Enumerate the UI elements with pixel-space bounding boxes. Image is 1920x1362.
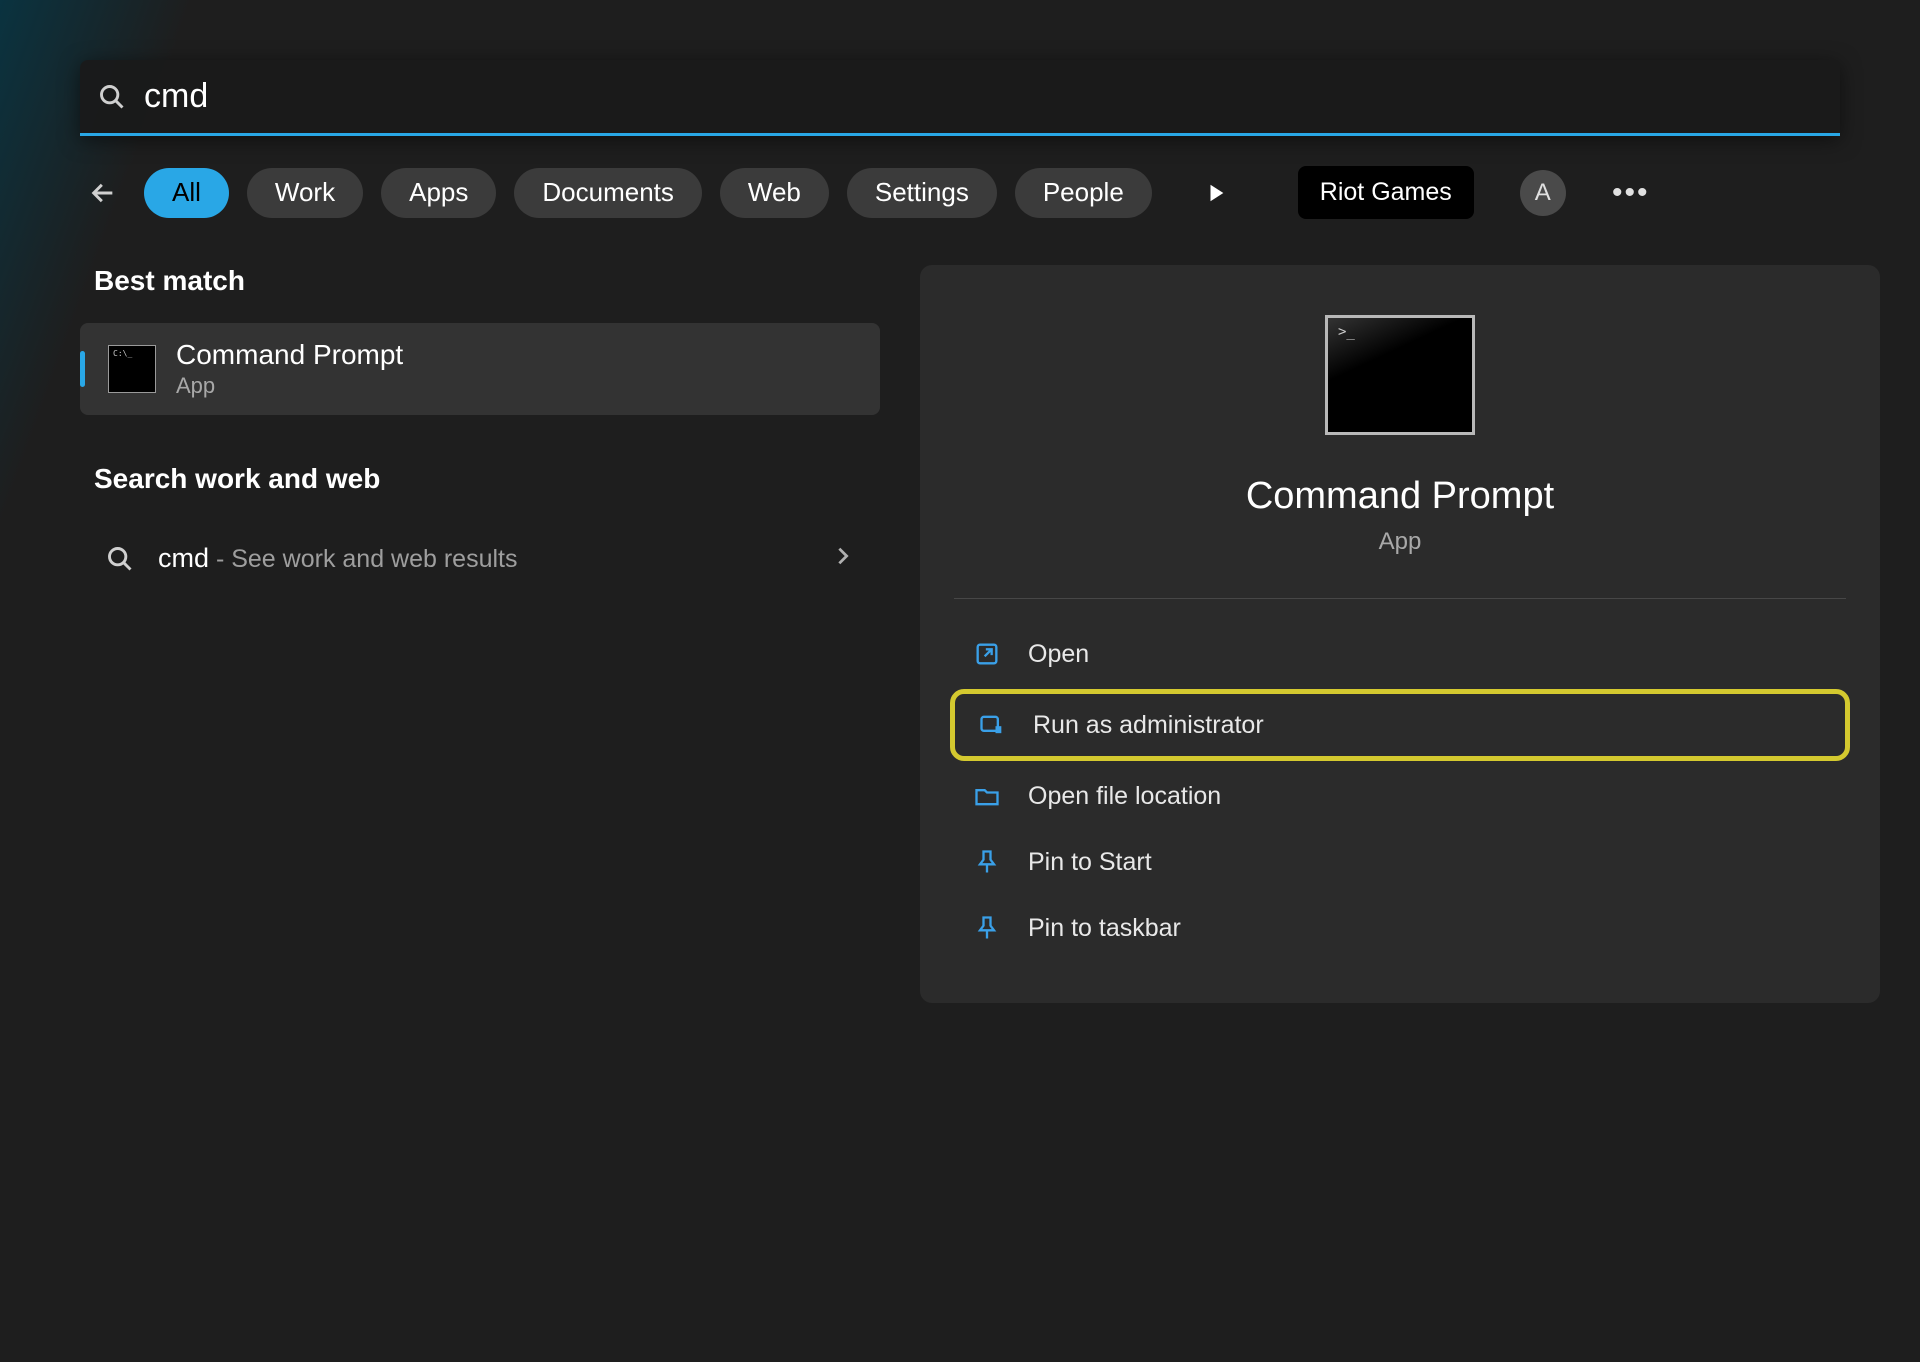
avatar-letter: A [1535,179,1551,207]
action-label: Pin to Start [1028,848,1152,877]
open-icon [972,639,1002,669]
filter-settings[interactable]: Settings [847,168,997,218]
filter-documents[interactable]: Documents [514,168,702,218]
search-icon [106,545,134,573]
pin-icon [972,913,1002,943]
action-label: Open [1028,640,1089,669]
preview-panel: Command Prompt App Open Run as administr… [920,265,1880,1003]
panel-title: Command Prompt [950,475,1850,518]
folder-icon [972,781,1002,811]
filter-people[interactable]: People [1015,168,1152,218]
web-query: cmd [158,543,209,573]
filter-label: Web [748,177,801,208]
action-run-as-admin[interactable]: Run as administrator [950,689,1850,761]
filter-apps[interactable]: Apps [381,168,496,218]
filter-label: Work [275,177,335,208]
web-search-result[interactable]: cmd - See work and web results [80,521,880,596]
results-column: Best match Command Prompt App Search wor… [80,265,880,1003]
search-bar[interactable] [80,60,1840,136]
more-button[interactable]: ••• [1608,170,1654,216]
panel-divider [954,598,1846,599]
filter-all[interactable]: All [144,168,229,218]
cmd-app-icon-large [1325,315,1475,435]
filter-row: All Work Apps Documents Web Settings Peo… [80,166,1840,219]
web-text: cmd - See work and web results [158,543,518,574]
best-match-result[interactable]: Command Prompt App [80,323,880,415]
action-label: Open file location [1028,782,1221,811]
action-pin-to-taskbar[interactable]: Pin to taskbar [950,897,1850,959]
back-button[interactable] [80,170,126,216]
windows-search-panel: All Work Apps Documents Web Settings Peo… [0,0,1920,1362]
filter-work[interactable]: Work [247,168,363,218]
best-match-text: Command Prompt App [176,339,403,399]
search-icon [98,83,126,111]
panel-icon-wrap [950,315,1850,435]
action-open-file-location[interactable]: Open file location [950,765,1850,827]
admin-shield-icon [977,710,1007,740]
filter-label: Settings [875,177,969,208]
web-suffix: - See work and web results [209,545,517,573]
filter-label: Apps [409,177,468,208]
search-input[interactable] [144,77,1822,116]
best-match-heading: Best match [94,265,880,297]
result-title: Command Prompt [176,339,403,371]
back-arrow-icon [89,179,117,207]
action-pin-to-start[interactable]: Pin to Start [950,831,1850,893]
panel-subtitle: App [950,528,1850,556]
cmd-app-icon [108,345,156,393]
web-section-heading: Search work and web [94,463,880,495]
content-area: Best match Command Prompt App Search wor… [80,265,1880,1003]
chevron-right-icon [832,545,854,572]
more-dots-icon: ••• [1612,176,1650,210]
profile-avatar[interactable]: A [1520,170,1566,216]
filter-label: All [172,177,201,208]
riot-label: Riot Games [1320,178,1452,206]
pin-icon [972,847,1002,877]
expand-filters-button[interactable] [1200,177,1232,209]
action-label: Run as administrator [1033,711,1264,740]
filter-web[interactable]: Web [720,168,829,218]
action-open[interactable]: Open [950,623,1850,685]
play-triangle-icon [1205,182,1227,204]
action-label: Pin to taskbar [1028,914,1181,943]
result-subtitle: App [176,373,403,399]
filter-label: People [1043,177,1124,208]
filter-label: Documents [542,177,674,208]
riot-games-badge[interactable]: Riot Games [1298,166,1474,219]
